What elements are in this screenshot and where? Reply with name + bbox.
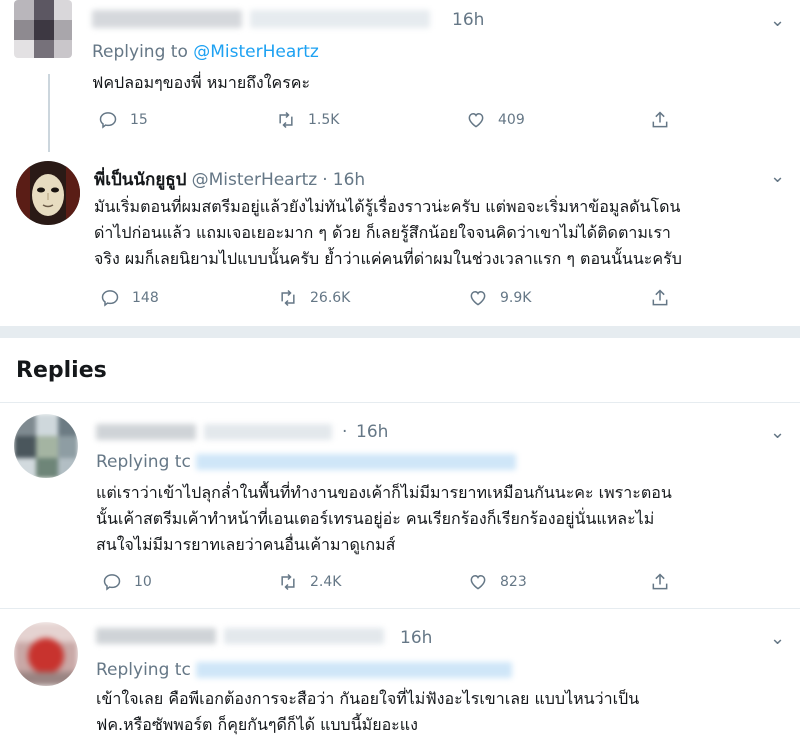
blurred-mention[interactable] <box>196 454 516 470</box>
tweet-text-line: แต่เราว่าเข้าไปลุกล่ำในพื้นที่ทำงานของเค… <box>96 483 672 502</box>
retweet-count: 2.4K <box>310 574 342 590</box>
retweet-button[interactable]: 26.6K <box>278 288 350 308</box>
section-divider <box>0 326 800 338</box>
replying-label: Replying to <box>92 42 194 62</box>
display-name[interactable]: พี่เป็นนักยูธูป <box>94 170 186 190</box>
heart-icon <box>470 290 486 306</box>
tweet-time[interactable]: 16h <box>452 10 484 30</box>
divider <box>0 402 800 403</box>
mask-avatar-image <box>16 161 80 225</box>
tweet-text-line: มันเริ่มตอนที่ผมสตรีมอยู่แล้วยังไม่ทันได… <box>94 197 681 216</box>
replying-to: Replying tc <box>96 452 191 472</box>
tweet-actions: 15 1.5K 409 <box>92 110 792 134</box>
like-count: 409 <box>498 112 525 128</box>
blurred-avatar-image <box>14 0 72 58</box>
share-icon <box>652 573 668 590</box>
blurred-mention[interactable] <box>196 662 512 678</box>
reply-icon <box>99 112 117 129</box>
share-button[interactable] <box>650 572 670 592</box>
chevron-down-icon[interactable]: ⌄ <box>770 422 785 443</box>
user-handle[interactable]: @MisterHeartz <box>192 170 318 190</box>
replying-label: Replying tc <box>96 452 191 472</box>
reply-button[interactable]: 148 <box>100 288 159 308</box>
reply-button[interactable]: 15 <box>98 110 148 130</box>
share-icon <box>652 111 668 128</box>
like-button[interactable]: 823 <box>468 572 527 592</box>
reply-count: 148 <box>132 290 159 306</box>
retweet-button[interactable]: 1.5K <box>276 110 339 130</box>
tweet-text-line: ฟค.หรือซัพพอร์ต ก็คุยกันๆดีก็ได้ แบบนี้ม… <box>96 715 418 734</box>
tweet-text: มันเริ่มตอนที่ผมสตรีมอยู่แล้วยังไม่ทันได… <box>94 194 682 272</box>
tweet-header: พี่เป็นนักยูธูป @MisterHeartz · 16h <box>94 166 365 193</box>
thread-connector <box>48 74 50 152</box>
tweet-text-line: ด่าไปก่อนแล้ว แถมเจอเยอะมาก ๆ ด้วย ก็เลย… <box>94 223 671 242</box>
tweet-actions: 148 26.6K 9.9K <box>94 288 794 312</box>
share-button[interactable] <box>650 288 670 308</box>
separator-dot: · <box>342 422 348 442</box>
blurred-avatar-image <box>14 414 78 478</box>
heart-icon <box>468 112 484 128</box>
tweet-text: ฟคปลอมๆของพี่ หมายถึงใครคะ <box>92 73 311 92</box>
blurred-avatar-image <box>14 622 78 686</box>
tweet-text: เข้าใจเลย คือพีเอกต้องการจะสือว่า กันอยใ… <box>96 686 639 738</box>
chevron-down-icon[interactable]: ⌄ <box>770 10 785 31</box>
avatar[interactable] <box>14 622 78 686</box>
retweet-count: 1.5K <box>308 112 340 128</box>
like-count: 9.9K <box>500 290 532 306</box>
tweet-time[interactable]: 16h <box>400 628 432 648</box>
retweet-icon <box>279 111 293 129</box>
reply-icon <box>103 574 121 591</box>
blurred-handle <box>224 628 384 644</box>
avatar[interactable] <box>14 0 72 58</box>
reply-count: 15 <box>130 112 148 128</box>
replying-label: Replying tc <box>96 660 191 680</box>
tweet-text-line: นั้นเค้าสตรีมเค้าทำหน้าที่เอนเตอร์เทรนอย… <box>96 509 655 528</box>
retweet-count: 26.6K <box>310 290 351 306</box>
replies-heading: Replies <box>16 358 107 383</box>
replying-to: Replying tc <box>96 660 191 680</box>
like-button[interactable]: 409 <box>466 110 525 130</box>
mention-link[interactable]: @MisterHeartz <box>193 42 319 62</box>
like-button[interactable]: 9.9K <box>468 288 531 308</box>
replying-to: Replying to @MisterHeartz <box>92 42 319 62</box>
divider <box>0 608 800 609</box>
tweet-time[interactable]: 16h <box>356 422 388 442</box>
share-button[interactable] <box>650 110 670 130</box>
tweet-text-line: จริง ผมก็เลยนิยามไปแบบนั้นครับ ย้ำว่าแค่… <box>94 249 682 268</box>
retweet-icon <box>281 289 295 307</box>
tweet-text-line: เข้าใจเลย คือพีเอกต้องการจะสือว่า กันอยใ… <box>96 689 640 708</box>
blurred-username <box>96 628 216 644</box>
retweet-button[interactable]: 2.4K <box>278 572 341 592</box>
avatar[interactable] <box>16 161 80 225</box>
avatar[interactable] <box>14 414 78 478</box>
retweet-icon <box>281 573 295 591</box>
separator-dot: · <box>322 170 328 190</box>
blurred-handle <box>250 10 430 28</box>
tweet-actions: 10 2.4K 823 <box>96 572 796 596</box>
blurred-username <box>96 424 196 440</box>
like-count: 823 <box>500 574 527 590</box>
share-icon <box>652 289 668 306</box>
blurred-handle <box>204 424 332 440</box>
chevron-down-icon[interactable]: ⌄ <box>770 628 785 649</box>
tweet-text: แต่เราว่าเข้าไปลุกล่ำในพื้นที่ทำงานของเค… <box>96 480 672 558</box>
reply-icon <box>101 290 119 307</box>
chevron-down-icon[interactable]: ⌄ <box>770 166 785 187</box>
reply-button[interactable]: 10 <box>102 572 152 592</box>
reply-count: 10 <box>134 574 152 590</box>
tweet-text-line: สนใจไม่มีมารยาทเลยว่าคนอื่นเค้ามาดูเกมส์ <box>96 535 396 554</box>
tweet-time[interactable]: 16h <box>333 170 365 190</box>
blurred-username <box>92 10 242 28</box>
heart-icon <box>470 574 486 590</box>
